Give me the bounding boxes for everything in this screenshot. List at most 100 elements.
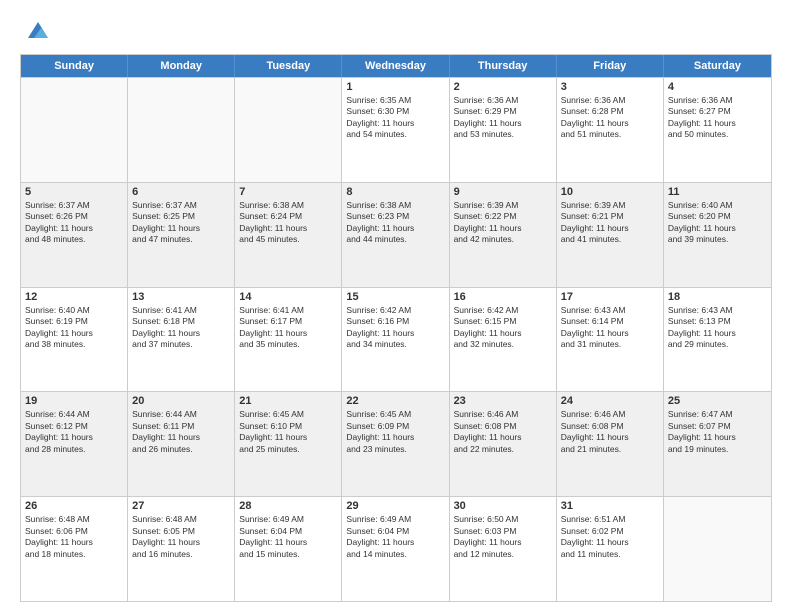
calendar-week: 26 Sunrise: 6:48 AM Sunset: 6:06 PM Dayli… (21, 496, 771, 601)
day-number: 25 (668, 395, 767, 407)
header (20, 16, 772, 44)
day-info: Sunrise: 6:38 AM Sunset: 6:23 PM Dayligh… (346, 200, 444, 246)
calendar-day-cell: 24 Sunrise: 6:46 AM Sunset: 6:08 PM Dayli… (557, 392, 664, 496)
day-info: Sunrise: 6:35 AM Sunset: 6:30 PM Dayligh… (346, 95, 444, 141)
day-number: 15 (346, 291, 444, 303)
day-info: Sunrise: 6:45 AM Sunset: 6:10 PM Dayligh… (239, 409, 337, 455)
calendar-day-cell: 20Sunrise: 6:44 AM Sunset: 6:11 PM Dayli… (128, 392, 235, 496)
weekday-header: Wednesday (342, 55, 449, 77)
calendar-empty-cell (21, 78, 128, 182)
calendar-week: 1 Sunrise: 6:35 AM Sunset: 6:30 PM Daylig… (21, 77, 771, 182)
day-number: 10 (561, 186, 659, 198)
calendar-day-cell: 29Sunrise: 6:49 AM Sunset: 6:04 PM Dayli… (342, 497, 449, 601)
day-info: Sunrise: 6:45 AM Sunset: 6:09 PM Dayligh… (346, 409, 444, 455)
calendar-day-cell: 19Sunrise: 6:44 AM Sunset: 6:12 PM Dayli… (21, 392, 128, 496)
day-number: 31 (561, 500, 659, 512)
calendar-day-cell: 2Sunrise: 6:36 AM Sunset: 6:29 PM Daylig… (450, 78, 557, 182)
day-info: Sunrise: 6:40 AM Sunset: 6:20 PM Dayligh… (668, 200, 767, 246)
day-info: Sunrise: 6:42 AM Sunset: 6:15 PM Dayligh… (454, 305, 552, 351)
day-number: 14 (239, 291, 337, 303)
day-info: Sunrise: 6:48 AM Sunset: 6:06 PM Dayligh… (25, 514, 123, 560)
day-number: 17 (561, 291, 659, 303)
day-info: Sunrise: 6:42 AM Sunset: 6:16 PM Dayligh… (346, 305, 444, 351)
calendar-week: 19Sunrise: 6:44 AM Sunset: 6:12 PM Dayli… (21, 391, 771, 496)
day-number: 1 (346, 81, 444, 93)
calendar-day-cell: 16 Sunrise: 6:42 AM Sunset: 6:15 PM Dayli… (450, 288, 557, 392)
day-number: 8 (346, 186, 444, 198)
day-number: 12 (25, 291, 123, 303)
weekday-header: Tuesday (235, 55, 342, 77)
day-number: 2 (454, 81, 552, 93)
calendar-day-cell: 11 Sunrise: 6:40 AM Sunset: 6:20 PM Dayli… (664, 183, 771, 287)
day-number: 11 (668, 186, 767, 198)
day-info: Sunrise: 6:46 AM Sunset: 6:08 PM Dayligh… (454, 409, 552, 455)
weekday-header: Monday (128, 55, 235, 77)
calendar-day-cell: 22Sunrise: 6:45 AM Sunset: 6:09 PM Dayli… (342, 392, 449, 496)
day-info: Sunrise: 6:36 AM Sunset: 6:27 PM Dayligh… (668, 95, 767, 141)
day-info: Sunrise: 6:43 AM Sunset: 6:14 PM Dayligh… (561, 305, 659, 351)
calendar-day-cell: 27 Sunrise: 6:48 AM Sunset: 6:05 PM Dayli… (128, 497, 235, 601)
day-info: Sunrise: 6:39 AM Sunset: 6:22 PM Dayligh… (454, 200, 552, 246)
calendar-day-cell: 1 Sunrise: 6:35 AM Sunset: 6:30 PM Daylig… (342, 78, 449, 182)
day-number: 5 (25, 186, 123, 198)
calendar-week: 5 Sunrise: 6:37 AM Sunset: 6:26 PM Daylig… (21, 182, 771, 287)
day-info: Sunrise: 6:44 AM Sunset: 6:11 PM Dayligh… (132, 409, 230, 455)
calendar-empty-cell (235, 78, 342, 182)
day-number: 26 (25, 500, 123, 512)
calendar-day-cell: 12 Sunrise: 6:40 AM Sunset: 6:19 PM Dayli… (21, 288, 128, 392)
day-number: 13 (132, 291, 230, 303)
day-info: Sunrise: 6:39 AM Sunset: 6:21 PM Dayligh… (561, 200, 659, 246)
day-number: 3 (561, 81, 659, 93)
day-info: Sunrise: 6:43 AM Sunset: 6:13 PM Dayligh… (668, 305, 767, 351)
calendar-day-cell: 26 Sunrise: 6:48 AM Sunset: 6:06 PM Dayli… (21, 497, 128, 601)
calendar-empty-cell (128, 78, 235, 182)
calendar-day-cell: 15 Sunrise: 6:42 AM Sunset: 6:16 PM Dayli… (342, 288, 449, 392)
calendar-day-cell: 9 Sunrise: 6:39 AM Sunset: 6:22 PM Daylig… (450, 183, 557, 287)
day-info: Sunrise: 6:46 AM Sunset: 6:08 PM Dayligh… (561, 409, 659, 455)
day-number: 9 (454, 186, 552, 198)
page: SundayMondayTuesdayWednesdayThursdayFrid… (0, 0, 792, 612)
weekday-header: Thursday (450, 55, 557, 77)
day-info: Sunrise: 6:36 AM Sunset: 6:28 PM Dayligh… (561, 95, 659, 141)
logo (20, 16, 52, 44)
day-number: 24 (561, 395, 659, 407)
calendar-day-cell: 8 Sunrise: 6:38 AM Sunset: 6:23 PM Daylig… (342, 183, 449, 287)
day-number: 21 (239, 395, 337, 407)
day-number: 7 (239, 186, 337, 198)
day-number: 6 (132, 186, 230, 198)
day-info: Sunrise: 6:41 AM Sunset: 6:17 PM Dayligh… (239, 305, 337, 351)
calendar-empty-cell (664, 497, 771, 601)
day-info: Sunrise: 6:41 AM Sunset: 6:18 PM Dayligh… (132, 305, 230, 351)
calendar-week: 12 Sunrise: 6:40 AM Sunset: 6:19 PM Dayli… (21, 287, 771, 392)
calendar: SundayMondayTuesdayWednesdayThursdayFrid… (20, 54, 772, 602)
day-number: 30 (454, 500, 552, 512)
day-number: 4 (668, 81, 767, 93)
day-info: Sunrise: 6:48 AM Sunset: 6:05 PM Dayligh… (132, 514, 230, 560)
day-info: Sunrise: 6:40 AM Sunset: 6:19 PM Dayligh… (25, 305, 123, 351)
day-info: Sunrise: 6:44 AM Sunset: 6:12 PM Dayligh… (25, 409, 123, 455)
calendar-day-cell: 5 Sunrise: 6:37 AM Sunset: 6:26 PM Daylig… (21, 183, 128, 287)
calendar-day-cell: 7Sunrise: 6:38 AM Sunset: 6:24 PM Daylig… (235, 183, 342, 287)
calendar-body: 1 Sunrise: 6:35 AM Sunset: 6:30 PM Daylig… (21, 77, 771, 601)
day-number: 18 (668, 291, 767, 303)
day-number: 23 (454, 395, 552, 407)
day-info: Sunrise: 6:37 AM Sunset: 6:26 PM Dayligh… (25, 200, 123, 246)
calendar-day-cell: 3 Sunrise: 6:36 AM Sunset: 6:28 PM Daylig… (557, 78, 664, 182)
day-info: Sunrise: 6:49 AM Sunset: 6:04 PM Dayligh… (239, 514, 337, 560)
calendar-day-cell: 10 Sunrise: 6:39 AM Sunset: 6:21 PM Dayli… (557, 183, 664, 287)
day-number: 27 (132, 500, 230, 512)
day-info: Sunrise: 6:50 AM Sunset: 6:03 PM Dayligh… (454, 514, 552, 560)
calendar-day-cell: 4 Sunrise: 6:36 AM Sunset: 6:27 PM Daylig… (664, 78, 771, 182)
calendar-day-cell: 6Sunrise: 6:37 AM Sunset: 6:25 PM Daylig… (128, 183, 235, 287)
weekday-header: Friday (557, 55, 664, 77)
calendar-day-cell: 30 Sunrise: 6:50 AM Sunset: 6:03 PM Dayli… (450, 497, 557, 601)
calendar-day-cell: 31Sunrise: 6:51 AM Sunset: 6:02 PM Dayli… (557, 497, 664, 601)
calendar-day-cell: 13 Sunrise: 6:41 AM Sunset: 6:18 PM Dayli… (128, 288, 235, 392)
calendar-day-cell: 17 Sunrise: 6:43 AM Sunset: 6:14 PM Dayli… (557, 288, 664, 392)
calendar-day-cell: 28Sunrise: 6:49 AM Sunset: 6:04 PM Dayli… (235, 497, 342, 601)
calendar-day-cell: 23 Sunrise: 6:46 AM Sunset: 6:08 PM Dayli… (450, 392, 557, 496)
calendar-day-cell: 21 Sunrise: 6:45 AM Sunset: 6:10 PM Dayli… (235, 392, 342, 496)
weekday-header: Sunday (21, 55, 128, 77)
day-number: 16 (454, 291, 552, 303)
day-number: 29 (346, 500, 444, 512)
